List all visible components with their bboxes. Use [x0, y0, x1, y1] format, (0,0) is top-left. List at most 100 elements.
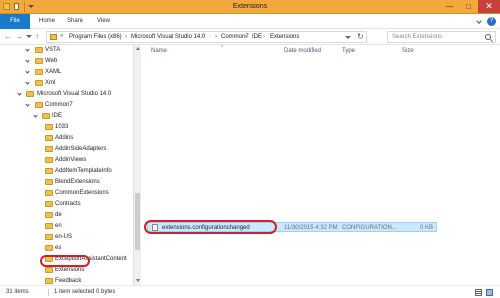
- separator: [48, 289, 49, 296]
- recent-locations-icon[interactable]: [26, 35, 32, 38]
- file-size: 0 KB: [420, 225, 434, 231]
- tree-item-label: de: [55, 212, 62, 218]
- tree-item-label: AddinViews: [55, 157, 87, 163]
- folder-icon: [35, 80, 43, 86]
- folder-icon: [45, 201, 53, 207]
- sort-indicator-icon: ^: [221, 45, 224, 51]
- folder-icon: [45, 190, 53, 196]
- highlight-ring: [144, 220, 277, 234]
- large-icons-view-icon[interactable]: [486, 289, 493, 296]
- chevron-down-icon[interactable]: [28, 5, 34, 8]
- address-bar[interactable]: « Program Files (x86) › Microsoft Visual…: [46, 31, 367, 43]
- expand-ribbon-icon[interactable]: [476, 18, 482, 24]
- scroll-down-icon[interactable]: [136, 279, 140, 282]
- forward-button[interactable]: →: [15, 32, 23, 42]
- folder-icon: [35, 69, 43, 75]
- tree-item-label: en: [55, 223, 62, 229]
- folder-icon: [45, 168, 53, 174]
- column-header-size[interactable]: Size: [402, 48, 414, 54]
- chevron-right-icon[interactable]: [25, 47, 30, 52]
- tree-item-label: AddinSideAdapters: [55, 146, 107, 152]
- tab-home[interactable]: Home: [33, 14, 61, 29]
- tree-item-label: Common7: [45, 102, 73, 108]
- tree-item-label: BlendExtensions: [55, 179, 100, 185]
- ribbon: File Home Share View ?: [0, 14, 500, 29]
- breadcrumb-program-files[interactable]: Program Files (x86): [69, 34, 122, 40]
- refresh-icon[interactable]: ↻: [357, 32, 364, 41]
- tab-view[interactable]: View: [91, 14, 116, 29]
- folder-icon: [45, 278, 53, 284]
- folder-icon: [45, 267, 53, 273]
- properties-icon[interactable]: [14, 3, 19, 10]
- tree-item-label: es: [55, 245, 62, 251]
- title-bar: Extensions — □ ✕: [0, 0, 500, 14]
- chevron-right-icon[interactable]: [25, 69, 30, 74]
- breadcrumb-separator[interactable]: ›: [125, 34, 127, 40]
- tree-item-label: IDE: [52, 113, 63, 119]
- tree-item-label: en-US: [55, 234, 73, 240]
- tab-share[interactable]: Share: [61, 14, 89, 29]
- chevron-right-icon[interactable]: [25, 80, 30, 85]
- tree-scrollbar[interactable]: [133, 45, 141, 285]
- folder-icon[interactable]: [3, 3, 10, 10]
- file-list[interactable]: Name ^ Date modified Type Size extension…: [141, 45, 500, 285]
- folder-icon: [45, 212, 53, 218]
- search-box[interactable]: Search Extensions: [387, 31, 496, 43]
- highlight-ring: [40, 255, 90, 267]
- window-title: Extensions: [232, 3, 268, 10]
- chevron-down-icon[interactable]: [17, 91, 22, 96]
- folder-icon: [45, 245, 53, 251]
- chevron-right-icon[interactable]: [25, 58, 30, 63]
- help-icon[interactable]: ?: [487, 17, 496, 26]
- column-header-type[interactable]: Type: [342, 48, 355, 54]
- back-button[interactable]: ←: [4, 32, 12, 42]
- breadcrumb-ide[interactable]: IDE: [252, 34, 262, 40]
- details-view-icon[interactable]: [475, 289, 482, 296]
- folder-icon: [50, 34, 57, 40]
- tree-item-label: Feedback: [55, 278, 82, 284]
- close-button[interactable]: ✕: [478, 0, 500, 13]
- overflow-icon[interactable]: «: [60, 33, 63, 39]
- tab-file[interactable]: File: [0, 14, 30, 29]
- chevron-down-icon[interactable]: [33, 113, 38, 118]
- breadcrumb-separator[interactable]: ›: [263, 34, 265, 40]
- scroll-thumb[interactable]: [135, 193, 140, 250]
- folder-icon: [35, 47, 43, 53]
- minimize-button[interactable]: —: [440, 0, 459, 13]
- breadcrumb-visual-studio[interactable]: Microsoft Visual Studio 14.0: [131, 34, 205, 40]
- item-count: 31 items: [6, 289, 29, 295]
- selection-info: 1 item selected 0 bytes: [54, 289, 116, 295]
- breadcrumb-separator[interactable]: ›: [245, 34, 247, 40]
- tree-item-label: Web: [45, 58, 58, 64]
- scroll-up-icon[interactable]: [136, 47, 140, 50]
- folder-icon: [45, 223, 53, 229]
- breadcrumb-separator[interactable]: ›: [215, 34, 217, 40]
- search-placeholder: Search Extensions: [392, 34, 443, 40]
- column-header-date-modified[interactable]: Date modified: [284, 48, 321, 54]
- folder-icon: [45, 135, 53, 141]
- folder-icon: [35, 58, 43, 64]
- column-header-name[interactable]: Name: [151, 48, 167, 54]
- chevron-down-icon[interactable]: [25, 102, 30, 107]
- tree-item-label: Contracts: [55, 201, 81, 207]
- tree-item-label: Xml: [45, 80, 56, 86]
- navigation-bar: ← → ↑ « Program Files (x86) › Microsoft …: [0, 29, 500, 45]
- tree-item-label: Addins: [55, 135, 74, 141]
- navigation-pane[interactable]: VSTA Web XAML Xml Microsoft Visual Studi…: [0, 45, 133, 285]
- folder-icon: [26, 91, 34, 97]
- folder-icon: [45, 157, 53, 163]
- tree-item-label: VSTA: [45, 47, 61, 53]
- tree-item-label: Microsoft Visual Studio 14.0: [37, 91, 112, 97]
- maximize-button[interactable]: □: [459, 0, 478, 13]
- tree-item-label: 1033: [55, 124, 69, 130]
- breadcrumb-extensions[interactable]: Extensions: [270, 34, 299, 40]
- search-icon[interactable]: [485, 34, 491, 40]
- folder-icon: [35, 102, 43, 108]
- file-date: 11/30/2015 4:32 PM: [284, 225, 338, 231]
- folder-icon: [45, 146, 53, 152]
- chevron-down-icon[interactable]: [345, 36, 351, 39]
- folder-icon: [45, 179, 53, 185]
- folder-icon: [45, 124, 53, 130]
- tree-item-label: AddItemTemplateInfo: [55, 168, 112, 174]
- up-button[interactable]: ↑: [35, 32, 39, 42]
